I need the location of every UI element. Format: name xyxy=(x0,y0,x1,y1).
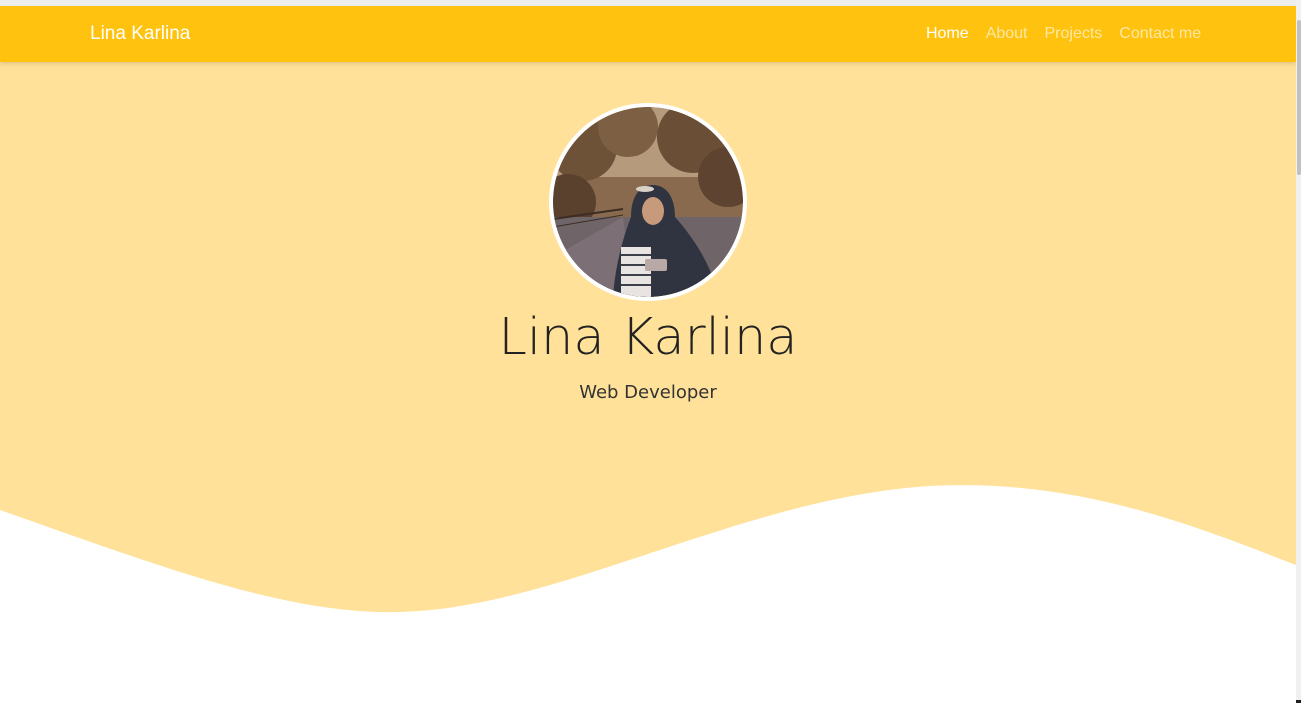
hero-name-heading: Lina Karlina xyxy=(498,308,798,367)
hero-subtitle: Web Developer xyxy=(579,382,717,403)
nav-link-home[interactable]: Home xyxy=(926,24,969,44)
nav-links: Home About Projects Contact me xyxy=(926,24,1201,44)
page-viewport: Lina Karlina Home About Projects Contact… xyxy=(0,0,1296,703)
nav-link-projects[interactable]: Projects xyxy=(1045,24,1103,44)
hero-wave-divider xyxy=(0,485,1296,703)
nav-link-contact[interactable]: Contact me xyxy=(1119,24,1201,44)
scrollbar-thumb[interactable] xyxy=(1297,20,1301,175)
top-navbar: Lina Karlina Home About Projects Contact… xyxy=(0,6,1296,62)
brand-link[interactable]: Lina Karlina xyxy=(90,23,190,45)
nav-link-about[interactable]: About xyxy=(986,24,1028,44)
profile-photo xyxy=(553,107,743,297)
profile-avatar-frame xyxy=(549,103,747,301)
